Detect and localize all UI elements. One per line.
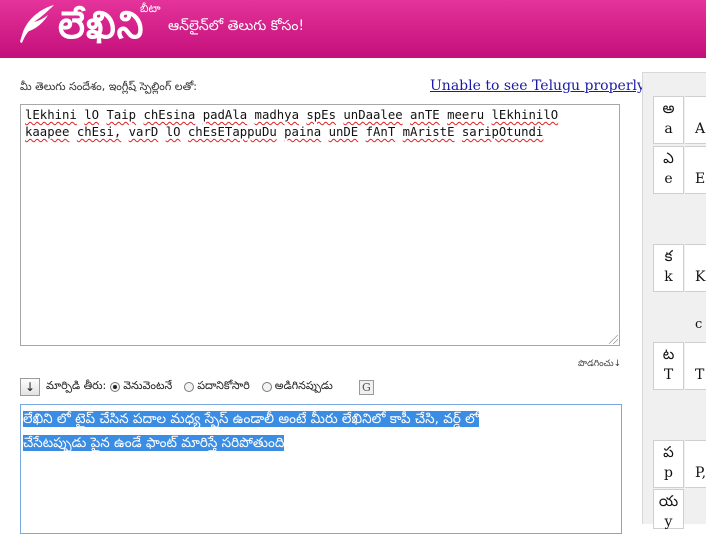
input-text: lEkhini lO Taip chEsina padAla madhya sp… [25, 107, 615, 141]
output-text: లేఖిని లో టైప్ చేసిన పదాల మధ్య స్పేస్ ఉం… [23, 407, 583, 455]
radio-button[interactable] [184, 382, 195, 392]
tagline: ఆన్‌లైన్‌లో తెలుగు కోసం! [168, 18, 305, 34]
input-word: madhya [254, 108, 299, 122]
resize-handle[interactable] [609, 335, 618, 344]
conversion-mode-label: మార్పిడి తీరు: [46, 379, 107, 392]
input-word: lEkhini [25, 108, 77, 122]
keymap-extra: c [695, 317, 703, 332]
input-word: chEsina [143, 108, 196, 122]
input-word: fAnT [365, 125, 396, 139]
keymap-cell-a: అ a [653, 96, 684, 144]
input-word: padAla [202, 108, 248, 122]
google-icon[interactable]: G [358, 379, 374, 395]
keymap-side-k: K [685, 244, 706, 292]
input-word: Taip [106, 108, 137, 122]
input-word: unDaalee [343, 108, 403, 122]
radio-button[interactable] [110, 382, 121, 392]
keymap-telugu: క [664, 247, 673, 265]
radio-label: వెనువెంటనే [123, 379, 173, 392]
keymap-roman: e [664, 171, 673, 187]
header-banner: లేఖిని బీటా ఆన్‌లైన్‌లో తెలుగు కోసం! [0, 0, 706, 58]
radio-label: పదానికోసారి [197, 379, 250, 392]
keymap-telugu: ఎ [663, 149, 674, 167]
input-word: paina [284, 125, 322, 139]
help-link-telugu-display[interactable]: Unable to see Telugu properly? [430, 78, 652, 94]
output-line-2: చేసేటప్పుడు పైన ఉండే ఫాంట్ మారిస్తే సరిప… [23, 435, 285, 451]
radio-on-request[interactable]: అడిగినప్పుడు [261, 379, 333, 395]
input-word: lEkhinilO [491, 108, 559, 122]
keymap-telugu: ప [663, 443, 674, 461]
keymap-side-t: T [685, 342, 706, 390]
keymap-side-a: A [685, 96, 706, 144]
convert-down-button[interactable]: ↓ [20, 378, 40, 396]
radio-per-word[interactable]: పదానికోసారి [184, 379, 250, 395]
radio-immediate[interactable]: వెనువెంటనే [110, 379, 172, 395]
input-word: chEsi, [76, 125, 122, 139]
english-input-textarea[interactable]: lEkhini lO Taip chEsina padAla madhya sp… [20, 104, 620, 346]
keymap-roman: a [664, 121, 673, 137]
input-word: saripOtundi [461, 125, 544, 139]
feather-icon [20, 5, 54, 43]
radio-button[interactable] [261, 382, 272, 392]
keymap-roman: y [664, 514, 673, 530]
input-label: మీ తెలుగు సందేశం, ఇంగ్లీష్ స్పెల్లింగ్ ల… [20, 80, 198, 93]
keymap-telugu: అ [662, 99, 675, 117]
app-logo[interactable]: లేఖిని [58, 3, 144, 47]
keymap-cell-t: ట T [653, 342, 684, 390]
keymap-telugu: య [658, 492, 679, 510]
keymap-roman: k [664, 269, 673, 285]
input-word: anTE [410, 108, 440, 122]
input-word: unDE [328, 125, 359, 139]
input-word: lO [84, 108, 100, 122]
telugu-output-textarea[interactable]: లేఖిని లో టైప్ చేసిన పదాల మధ్య స్పేస్ ఉం… [20, 404, 622, 534]
expand-link[interactable]: పొడగించు↓ [578, 359, 621, 371]
keymap-side-p: P, [685, 440, 706, 488]
radio-label: అడిగినప్పుడు [274, 379, 333, 392]
keymap-roman: p [664, 465, 673, 481]
keymap-side-e: E [685, 146, 706, 194]
keymap-roman: T [663, 367, 674, 383]
keymap-cell-k: క k [653, 244, 684, 292]
input-word: lO [165, 125, 181, 139]
keymap-telugu: ట [662, 345, 675, 363]
input-word: meeru [447, 108, 485, 122]
input-word: kaapee [25, 125, 70, 139]
input-word: spEs [306, 108, 336, 122]
conversion-options: ↓ మార్పిడి తీరు: వెనువెంటనే పదానికోసారి … [20, 377, 374, 397]
keymap-cell-y: య y [653, 489, 684, 530]
keymap-cell-e: ఎ e [653, 146, 684, 194]
input-word: varD [128, 125, 159, 139]
output-line-1: లేఖిని లో టైప్ చేసిన పదాల మధ్య స్పేస్ ఉం… [23, 411, 480, 427]
input-word: mAristE [402, 125, 455, 139]
beta-label: బీటా [140, 2, 161, 15]
keymap-cell-p: ప p [653, 440, 684, 488]
input-word: chEsETappuDu [187, 125, 277, 139]
